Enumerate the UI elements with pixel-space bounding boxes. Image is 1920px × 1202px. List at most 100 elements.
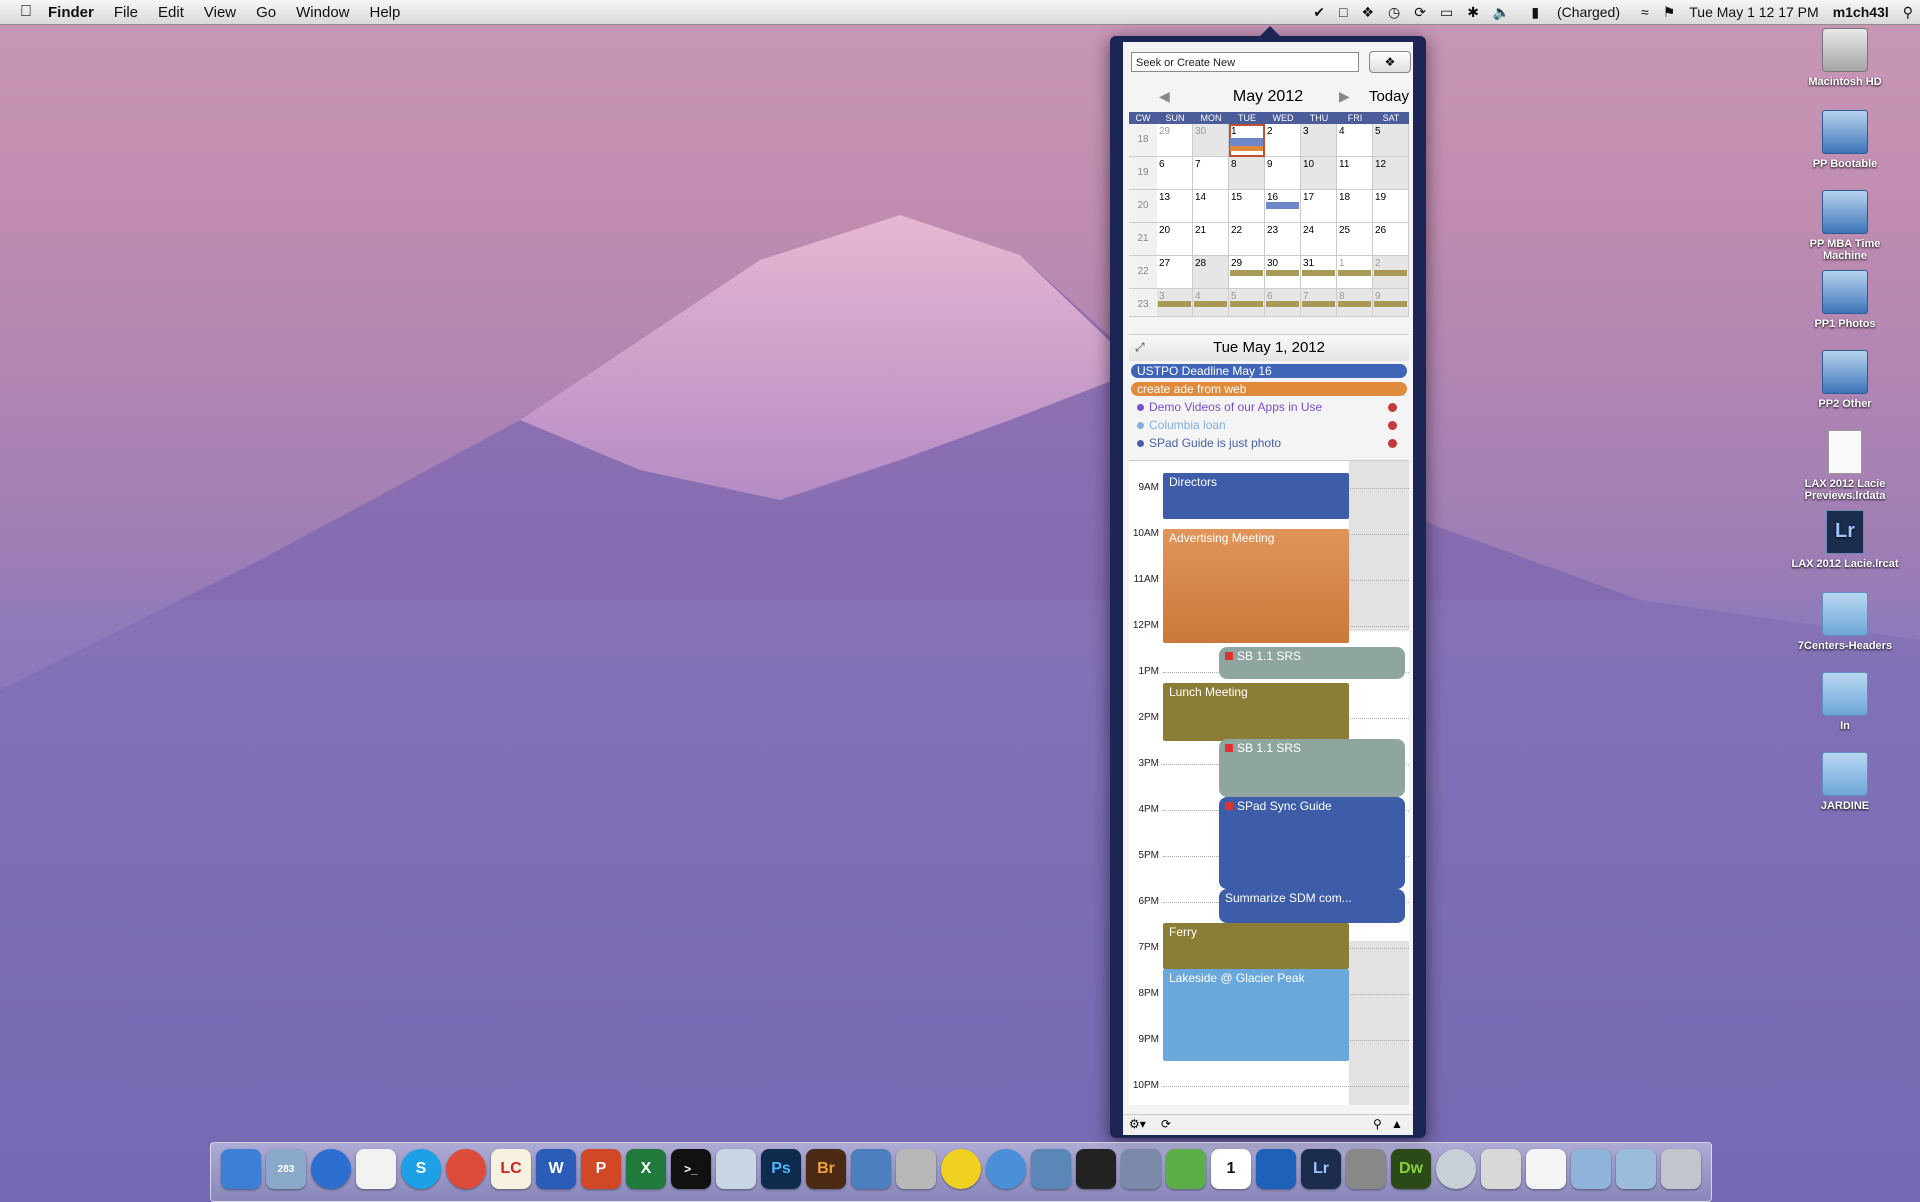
today-button[interactable]: Today [1369,88,1409,105]
menu-help[interactable]: Help [360,4,411,21]
desktop-icon-pp-mba-time-machine[interactable]: PP MBA Time Machine [1790,190,1900,262]
day-cell[interactable]: 24 [1301,223,1337,256]
dock-dreamweaver[interactable]: Dw [1391,1149,1431,1189]
day-cell[interactable]: 8 [1229,157,1265,190]
day-cell-selected[interactable]: 1 [1229,124,1265,157]
volume-icon[interactable]: 🔈 [1486,4,1517,21]
day-cell[interactable]: 6 [1265,289,1301,317]
dock-sync[interactable] [941,1149,981,1189]
dock-ical[interactable]: 1 [1211,1149,1251,1189]
dock-lightroom[interactable]: Lr [1301,1149,1341,1189]
desktop-icon-macintosh-hd[interactable]: Macintosh HD [1790,28,1900,88]
day-cell[interactable]: 8 [1337,289,1373,317]
day-cell[interactable]: 7 [1301,289,1337,317]
dock-terminal[interactable]: >_ [671,1149,711,1189]
day-cell[interactable]: 11 [1337,157,1373,190]
calendar-event[interactable]: SB 1.1 SRS [1219,647,1405,679]
flag-icon[interactable]: ⚑ [1656,4,1683,21]
next-month-icon[interactable]: ▶ [1339,88,1350,105]
day-cell[interactable]: 6 [1157,157,1193,190]
desktop-icon-lrcat[interactable]: Lr LAX 2012 Lacie.lrcat [1790,510,1900,570]
day-cell[interactable]: 31 [1301,256,1337,289]
clock[interactable]: Tue May 1 12 17 PM [1682,4,1825,20]
dock-camera[interactable] [1346,1149,1386,1189]
expand-icon[interactable]: ⤢ [1135,340,1145,355]
day-cell[interactable]: 28 [1193,256,1229,289]
day-cell[interactable]: 30 [1265,256,1301,289]
menu-finder[interactable]: Finder [38,4,104,21]
day-cell[interactable]: 30 [1193,124,1229,157]
day-cell[interactable]: 14 [1193,190,1229,223]
day-cell[interactable]: 19 [1373,190,1409,223]
dock-downloads-folder[interactable] [1616,1149,1656,1189]
calendar-event[interactable]: Summarize SDM com... [1219,889,1405,923]
dock-installer[interactable] [1481,1149,1521,1189]
day-cell[interactable]: 21 [1193,223,1229,256]
dock-powerpoint[interactable]: P [581,1149,621,1189]
bluetooth-icon[interactable]: ✱ [1460,4,1486,21]
calendar-event[interactable]: SPad Sync Guide [1219,797,1405,889]
spotlight-icon[interactable]: ⚲ [1896,4,1920,21]
dock-safari[interactable] [986,1149,1026,1189]
day-cell[interactable]: 9 [1265,157,1301,190]
user-menu[interactable]: m1ch43l [1826,4,1896,20]
previous-month-icon[interactable]: ◀ [1159,88,1170,105]
desktop-icon-lrdata[interactable]: LAX 2012 Lacie Previews.lrdata [1790,430,1900,502]
day-cell[interactable]: 23 [1265,223,1301,256]
day-cell[interactable]: 5 [1229,289,1265,317]
day-cell[interactable]: 7 [1193,157,1229,190]
dock-chrome[interactable] [446,1149,486,1189]
day-cell[interactable]: 2 [1373,256,1409,289]
dock-sparkle[interactable] [1166,1149,1206,1189]
dock-excel[interactable]: X [626,1149,666,1189]
dock-trash[interactable] [1661,1149,1701,1189]
day-cell[interactable]: 5 [1373,124,1409,157]
apple-menu-icon[interactable]:  [14,3,38,21]
dock-textedit[interactable] [356,1149,396,1189]
dock-photoshop[interactable]: Ps [761,1149,801,1189]
dock-ipad[interactable] [1256,1149,1296,1189]
task-item[interactable]: SPad Guide is just photo [1137,436,1397,450]
day-cell[interactable]: 18 [1337,190,1373,223]
day-cell[interactable]: 26 [1373,223,1409,256]
dock-mail[interactable]: 283 [266,1149,306,1189]
day-cell[interactable]: 29 [1157,124,1193,157]
day-cell[interactable]: 3 [1301,124,1337,157]
chat-icon[interactable]: □ [1332,4,1354,20]
dock-activity-monitor[interactable] [1076,1149,1116,1189]
dropbox-icon[interactable]: ❖ [1354,4,1381,21]
dock-keychain[interactable] [896,1149,936,1189]
menu-file[interactable]: File [104,4,148,21]
day-cell[interactable]: 2 [1265,124,1301,157]
day-cell[interactable]: 1 [1337,256,1373,289]
day-cell[interactable]: 25 [1337,223,1373,256]
dock-skype[interactable]: S [401,1149,441,1189]
dock-lc[interactable]: LC [491,1149,531,1189]
calendar-event[interactable]: SB 1.1 SRS [1219,739,1405,797]
dock-finder[interactable] [221,1149,261,1189]
day-cell[interactable]: 3 [1157,289,1193,317]
dock-preview[interactable] [716,1149,756,1189]
dock-network[interactable] [1031,1149,1071,1189]
gear-icon[interactable]: ⚙▾ [1129,1117,1146,1131]
menu-window[interactable]: Window [286,4,359,21]
battery-status[interactable]: ▮ (Charged) [1517,4,1634,21]
menu-view[interactable]: View [194,4,246,21]
collapse-icon[interactable]: ▲ [1391,1117,1403,1131]
day-cell[interactable]: 17 [1301,190,1337,223]
desktop-icon-7centers-headers[interactable]: 7Centers-Headers [1790,592,1900,652]
task-item[interactable]: Columbia loan [1137,418,1397,432]
desktop-icon-pp-bootable[interactable]: PP Bootable [1790,110,1900,170]
day-cell[interactable]: 4 [1193,289,1229,317]
time-machine-icon[interactable]: ◷ [1381,4,1407,21]
pin-icon[interactable]: ⚲ [1373,1117,1382,1131]
day-cell[interactable]: 16 [1265,190,1301,223]
calendar-event[interactable]: Advertising Meeting [1163,529,1349,643]
sync-icon[interactable]: ⟳ [1407,4,1433,21]
dock-word[interactable]: W [536,1149,576,1189]
menu-go[interactable]: Go [246,4,286,21]
day-cell[interactable]: 13 [1157,190,1193,223]
menu-edit[interactable]: Edit [148,4,194,21]
dock-system[interactable] [1121,1149,1161,1189]
desktop-icon-jardine[interactable]: JARDINE [1790,752,1900,812]
